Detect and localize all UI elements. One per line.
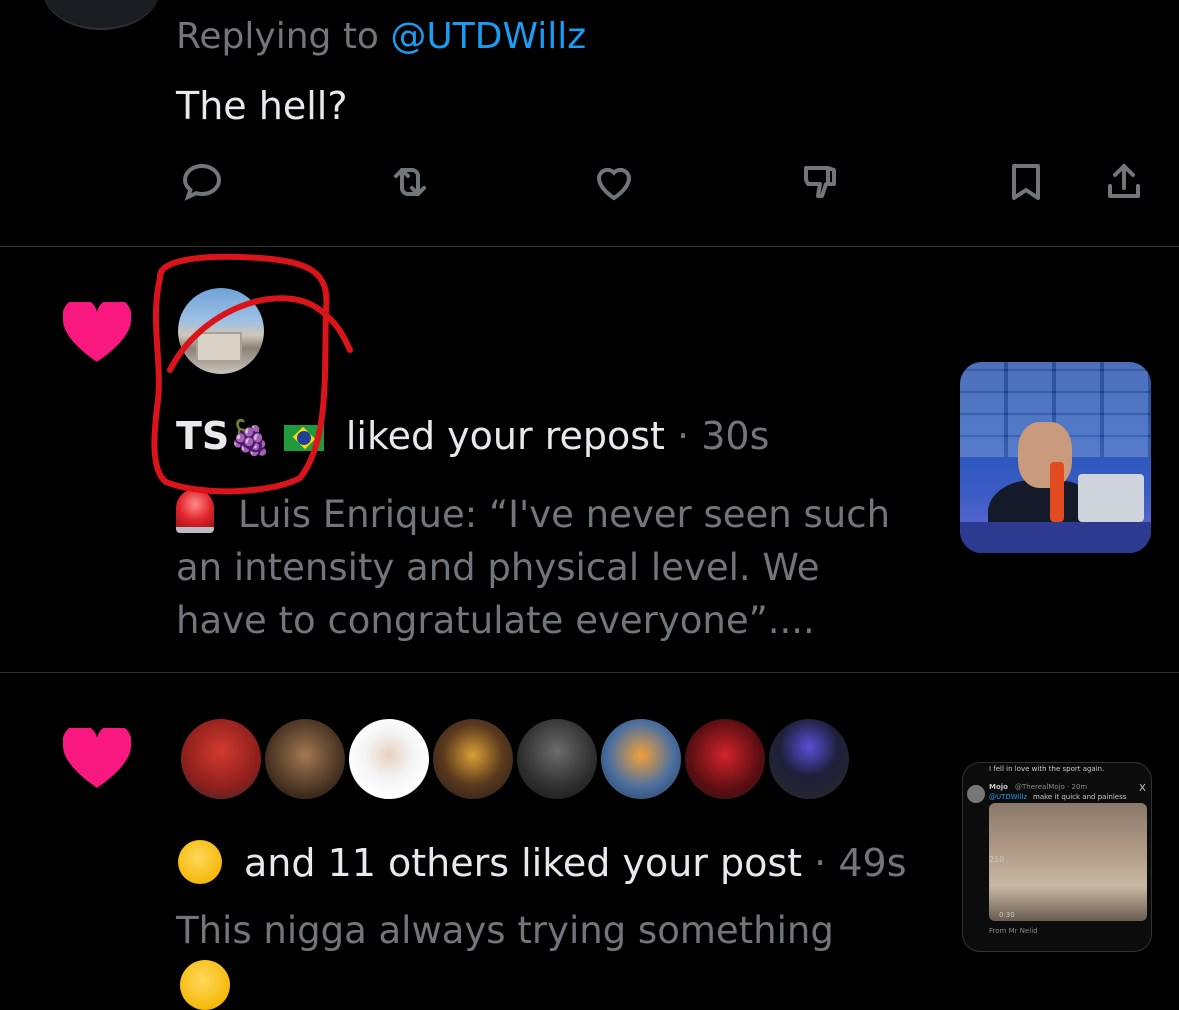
thumbnail-desk	[960, 522, 1151, 553]
thumb-badge: 210	[989, 855, 1005, 864]
avatar[interactable]	[430, 716, 516, 802]
avatar[interactable]	[178, 716, 264, 802]
thumb-close: X	[1139, 783, 1146, 794]
divider	[0, 672, 1179, 673]
avatar-ts[interactable]	[178, 288, 264, 374]
bookmark-icon	[1012, 164, 1040, 200]
replying-to-label: Replying to	[176, 16, 391, 57]
siren-icon	[176, 489, 214, 533]
laughing-face-icon	[180, 960, 230, 1010]
thumb-from-label: From Mr Nelid	[989, 927, 1038, 935]
avatar[interactable]	[42, 0, 160, 30]
notification-2-text: and 11 others liked your post · 49s	[178, 840, 907, 885]
notification-action: and 11 others liked your post	[244, 841, 803, 885]
thumb-header-text: I fell in love with the sport again.	[989, 765, 1105, 773]
bookmark-button[interactable]	[994, 150, 1058, 214]
thumbnail-laptop	[1078, 474, 1144, 522]
thumb-text: make it quick and painless	[1033, 793, 1127, 801]
share-button[interactable]	[1092, 150, 1156, 214]
timestamp: 30s	[701, 414, 770, 458]
avatar[interactable]	[598, 716, 684, 802]
user-name[interactable]: TS	[176, 414, 229, 458]
thumb-mention: @UTDWillz	[989, 793, 1028, 801]
avatar[interactable]	[514, 716, 600, 802]
grapes-emoji: 🍇	[229, 418, 272, 458]
brazil-flag-icon	[283, 425, 324, 451]
like-button[interactable]	[582, 150, 646, 214]
avatar[interactable]	[346, 716, 432, 802]
post-snippet[interactable]: This nigga always trying something	[176, 904, 916, 957]
thumb-name: Mojo	[989, 783, 1008, 791]
thumbnail-bottle	[1050, 462, 1064, 522]
heart-icon	[63, 302, 131, 362]
tweet-text: The hell?	[176, 84, 348, 128]
repost-button[interactable]	[378, 150, 442, 214]
reply-icon	[182, 163, 222, 201]
thumb-video-time: 0:30	[999, 911, 1015, 919]
avatar[interactable]	[682, 716, 768, 802]
separator: ·	[814, 841, 827, 885]
notification-action: liked your repost	[345, 414, 665, 458]
share-icon	[1108, 164, 1140, 198]
thumb-handle: @TherealMojo · 20m	[1015, 783, 1088, 791]
thumb-video	[989, 803, 1147, 921]
dislike-icon	[804, 166, 836, 198]
timestamp: 49s	[838, 841, 907, 885]
heart-icon	[63, 728, 131, 788]
avatar[interactable]	[766, 716, 852, 802]
replying-to: Replying to @UTDWillz	[176, 16, 586, 57]
separator: ·	[677, 414, 690, 458]
thumb-avatar	[967, 785, 985, 803]
snippet-text: Luis Enrique: “I've never seen such an i…	[176, 493, 891, 642]
reply-handle-link[interactable]: @UTDWillz	[390, 16, 586, 57]
post-thumbnail[interactable]	[960, 362, 1151, 553]
dislike-button[interactable]	[790, 150, 854, 214]
red-circle-annotation	[151, 253, 353, 495]
avatar[interactable]	[262, 716, 348, 802]
sleeping-face-icon	[178, 840, 222, 884]
reply-button[interactable]	[170, 150, 234, 214]
divider	[0, 246, 1179, 247]
repost-icon	[394, 168, 426, 196]
notification-1-text: TS🍇 liked your repost · 30s	[176, 414, 769, 458]
post-thumbnail[interactable]: I fell in love with the sport again. Moj…	[962, 762, 1152, 952]
like-icon	[596, 167, 632, 201]
avatar-image-detail	[196, 332, 242, 362]
post-snippet[interactable]: Luis Enrique: “I've never seen such an i…	[176, 488, 916, 647]
